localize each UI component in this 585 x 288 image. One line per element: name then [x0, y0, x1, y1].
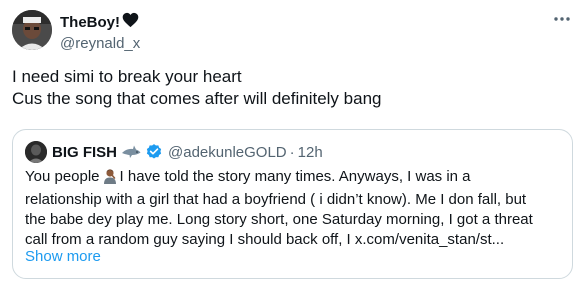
quoted-tweet-header: BIG FISH @adekunleGOLD · 12h: [25, 141, 323, 163]
author-name[interactable]: TheBoy!: [60, 13, 120, 32]
quoted-author-name[interactable]: BIG FISH: [52, 144, 117, 161]
tweet-text-line: Cus the song that comes after will defin…: [12, 89, 382, 108]
tweet-text: I need simi to break your heart Cus the …: [12, 66, 572, 110]
quoted-text-line: call from a random guy saying I should b…: [25, 231, 505, 248]
facepalm-emoji-icon: [102, 168, 118, 190]
more-options-button[interactable]: [551, 8, 573, 30]
more-options-icon: [554, 17, 570, 21]
quoted-text-line: the babe dey play me. Long story short, …: [25, 211, 533, 228]
quoted-author-handle[interactable]: @adekunleGOLD: [168, 144, 287, 161]
author-handle[interactable]: @reynald_x: [60, 34, 140, 54]
separator-dot: ·: [289, 143, 295, 161]
quoted-text-segment: You people: [25, 168, 100, 185]
author-avatar[interactable]: [12, 10, 52, 50]
author-name-row[interactable]: TheBoy!: [60, 12, 140, 33]
author-block: TheBoy! @reynald_x: [60, 12, 140, 54]
quoted-timestamp[interactable]: 12h: [298, 144, 323, 161]
shark-icon: [121, 145, 141, 159]
verified-badge-icon: [145, 143, 163, 161]
tweet-text-line: I need simi to break your heart: [12, 67, 242, 86]
quoted-tweet-text: You people I have told the story many ti…: [25, 167, 565, 250]
quoted-text-line: You people I have told the story many ti…: [25, 167, 565, 190]
quoted-text-segment: I have told the story many times. Anyway…: [119, 168, 471, 185]
quoted-text-line: relationship with a girl that had a boyf…: [25, 191, 527, 208]
quoted-avatar-image: [25, 141, 47, 163]
quoted-tweet-card[interactable]: BIG FISH @adekunleGOLD · 12h You people: [12, 129, 573, 279]
show-more-link[interactable]: Show more: [25, 247, 101, 267]
avatar-image: [12, 10, 52, 50]
quoted-author-avatar[interactable]: [25, 141, 47, 163]
black-heart-icon: [122, 12, 139, 33]
